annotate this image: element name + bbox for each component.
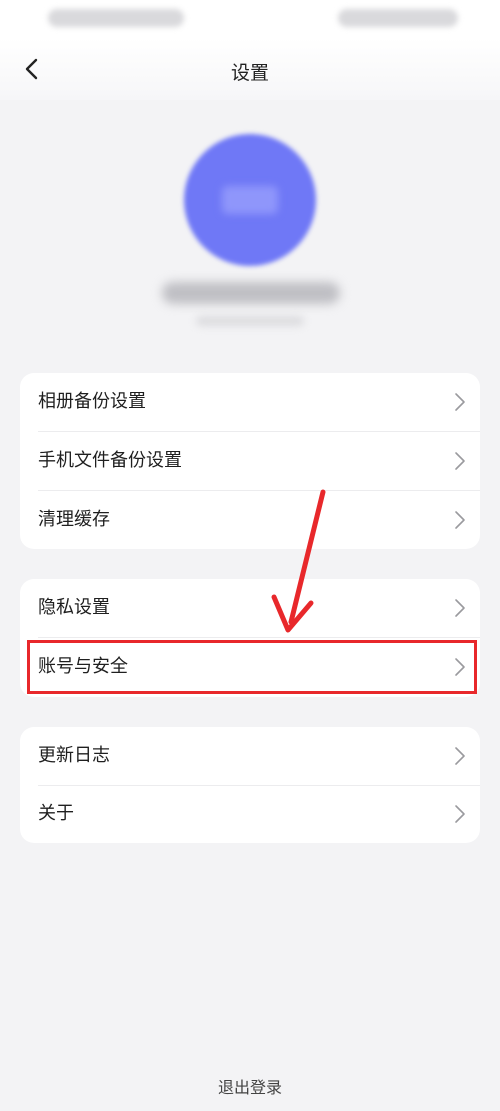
settings-item-label: 关于 — [38, 803, 74, 824]
chevron-right-icon — [455, 393, 465, 411]
username-blurred — [162, 282, 340, 304]
settings-item-photo-backup[interactable]: 相册备份设置 — [20, 373, 480, 431]
chevron-right-icon — [455, 511, 465, 529]
settings-item-label: 手机文件备份设置 — [38, 450, 182, 471]
settings-item-label: 清理缓存 — [38, 509, 110, 530]
settings-group-backup: 相册备份设置 手机文件备份设置 清理缓存 — [20, 373, 480, 549]
settings-item-label: 更新日志 — [38, 745, 110, 766]
settings-item-label: 相册备份设置 — [38, 391, 146, 412]
chevron-right-icon — [455, 805, 465, 823]
chevron-right-icon — [455, 452, 465, 470]
chevron-right-icon — [455, 599, 465, 617]
settings-item-privacy[interactable]: 隐私设置 — [20, 579, 480, 637]
annotation-highlight-box — [27, 640, 477, 694]
chevron-right-icon — [455, 747, 465, 765]
settings-item-about[interactable]: 关于 — [20, 785, 480, 843]
status-bar — [0, 0, 500, 38]
status-bar-indicators-blurred — [338, 9, 458, 27]
profile-subtext-blurred — [196, 316, 304, 326]
settings-item-label: 隐私设置 — [38, 597, 110, 618]
settings-item-file-backup[interactable]: 手机文件备份设置 — [20, 432, 480, 490]
settings-item-changelog[interactable]: 更新日志 — [20, 727, 480, 785]
settings-group-about: 更新日志 关于 — [20, 727, 480, 843]
status-bar-time-blurred — [48, 9, 184, 27]
logout-button[interactable]: 退出登录 — [0, 1074, 500, 1098]
avatar-initials-blurred — [222, 186, 278, 214]
page-title: 设置 — [230, 62, 269, 84]
settings-item-clear-cache[interactable]: 清理缓存 — [20, 491, 480, 549]
